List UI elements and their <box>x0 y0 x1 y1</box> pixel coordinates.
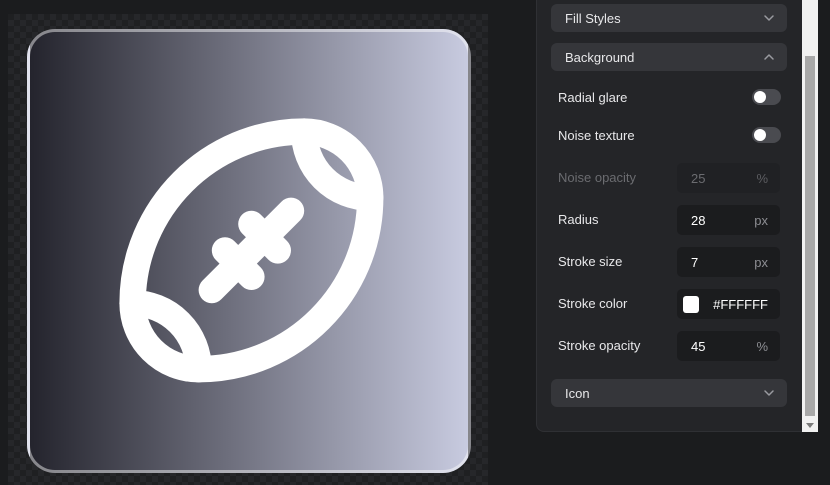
stroke-color-picker[interactable]: #FFFFFF <box>677 289 780 319</box>
stroke-size-value: 7 <box>691 254 699 270</box>
noise-texture-toggle[interactable] <box>752 127 781 143</box>
stroke-size-input[interactable]: 7 px <box>677 247 780 277</box>
chevron-up-icon <box>764 54 774 60</box>
stroke-size-unit: px <box>754 254 768 270</box>
stroke-opacity-value: 45 <box>691 338 706 354</box>
noise-opacity-input[interactable]: 25 % <box>677 163 780 193</box>
noise-opacity-label: Noise opacity <box>558 170 637 185</box>
stroke-color-value: #FFFFFF <box>713 296 768 312</box>
stroke-color-label: Stroke color <box>558 296 628 311</box>
radius-value: 28 <box>691 212 706 228</box>
noise-opacity-unit: % <box>756 170 768 186</box>
section-background-label: Background <box>565 49 635 65</box>
noise-opacity-value: 25 <box>691 170 706 186</box>
scrollbar-thumb[interactable] <box>805 56 815 416</box>
chevron-down-icon <box>764 15 774 21</box>
section-fill-styles[interactable]: Fill Styles <box>551 4 787 32</box>
icon-preview-tile[interactable] <box>27 29 471 473</box>
toggle-knob <box>754 91 766 103</box>
scroll-down-arrow-icon[interactable] <box>806 423 814 428</box>
section-icon-label: Icon <box>565 385 590 401</box>
stroke-opacity-input[interactable]: 45 % <box>677 331 780 361</box>
radius-label: Radius <box>558 212 599 227</box>
section-fill-styles-label: Fill Styles <box>565 10 621 26</box>
section-background[interactable]: Background <box>551 43 787 71</box>
football-icon <box>119 118 384 383</box>
radial-glare-label: Radial glare <box>558 90 628 105</box>
noise-texture-label: Noise texture <box>558 128 635 143</box>
stroke-opacity-unit: % <box>756 338 768 354</box>
radius-unit: px <box>754 212 768 228</box>
radial-glare-toggle[interactable] <box>752 89 781 105</box>
stroke-size-label: Stroke size <box>558 254 623 269</box>
section-icon[interactable]: Icon <box>551 379 787 407</box>
toggle-knob <box>754 129 766 141</box>
panel-scrollbar[interactable] <box>802 0 818 432</box>
stroke-opacity-label: Stroke opacity <box>558 338 641 353</box>
radius-input[interactable]: 28 px <box>677 205 780 235</box>
stroke-color-swatch[interactable] <box>683 295 700 313</box>
chevron-down-icon <box>764 390 774 396</box>
